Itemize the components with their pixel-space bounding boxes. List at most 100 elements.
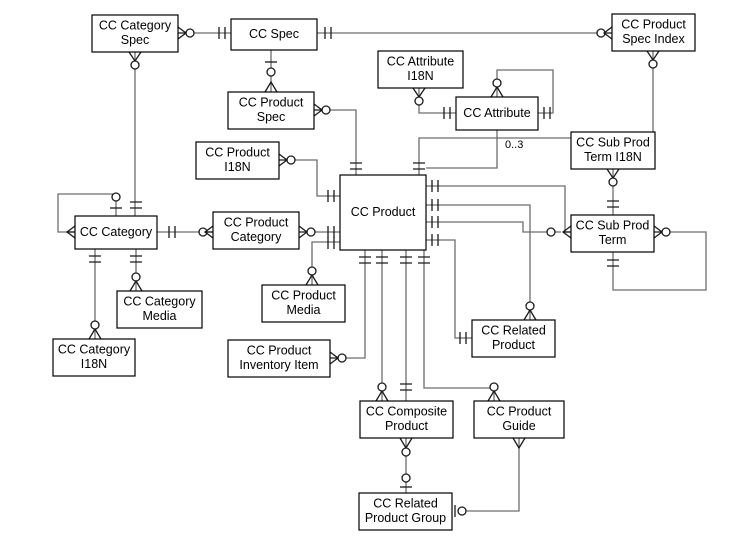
crowfoot-icon xyxy=(313,103,324,117)
entity-label: Product Group xyxy=(365,511,446,525)
zero-circle-icon xyxy=(525,301,535,311)
entity-cc_related_product_group[interactable]: CC RelatedProduct Group xyxy=(358,492,453,531)
entity-label: Spec xyxy=(121,33,150,47)
zero-circle-icon xyxy=(337,353,347,363)
entity-label: CC Attribute xyxy=(463,106,530,120)
entity-label: CC Product xyxy=(621,18,686,32)
entity-label: Category xyxy=(231,230,282,244)
entity-cc_attribute[interactable]: CC Attribute xyxy=(455,96,539,131)
entity-label: CC Category xyxy=(58,343,131,357)
entity-label: CC Attribute xyxy=(387,55,454,69)
one-one-bars-icon xyxy=(327,237,335,249)
crowfoot-icon xyxy=(203,225,214,239)
link-inventoryitem-product xyxy=(345,250,366,359)
link-product-subprodterm-b xyxy=(426,221,561,233)
entity-cc_product_guide[interactable]: CC ProductGuide xyxy=(473,400,565,439)
zero-circle-icon xyxy=(489,382,499,392)
zero-circle-icon xyxy=(546,227,556,237)
zero-circle-icon xyxy=(286,155,296,165)
entity-boxes-layer: CC CategorySpec CC SpecCC ProductSpec Ind… xyxy=(52,13,696,531)
entity-label: Media xyxy=(286,303,320,317)
entity-label: CC Category xyxy=(123,295,196,309)
cardinality-text-layer: 0..3 xyxy=(505,139,523,151)
zero-circle-icon xyxy=(130,60,140,70)
entity-cc_related_product[interactable]: CC RelatedProduct xyxy=(471,319,556,358)
entity-label: Term I18N xyxy=(584,150,642,164)
entity-cc_category[interactable]: CC Category xyxy=(74,215,158,250)
entity-label: I18N xyxy=(407,69,433,83)
zero-circle-icon xyxy=(492,78,502,88)
entity-cc_product_inventory_item[interactable]: CC ProductInventory Item xyxy=(227,339,331,378)
entity-cc_product[interactable]: CC Product xyxy=(339,174,427,251)
entity-cc_sub_prod_term[interactable]: CC Sub ProdTerm xyxy=(570,214,655,253)
er-diagram-canvas: CC Category Spec CC Spec CC Product Spec Ind… xyxy=(0,0,756,552)
crowfoot-icon xyxy=(602,26,613,40)
link-relatedproductgroup-productguide xyxy=(462,438,520,512)
zero-circle-icon xyxy=(457,506,467,516)
entity-label: CC Sub Prod xyxy=(576,219,650,233)
entity-cc_product_media[interactable]: CC ProductMedia xyxy=(261,284,346,323)
entity-label: Product xyxy=(385,419,429,433)
er-diagram-svg: CC CategorySpec CC SpecCC ProductSpec Ind… xyxy=(52,13,707,531)
crowfoot-icon xyxy=(561,225,572,239)
entity-label: CC Product xyxy=(247,344,312,358)
entity-label: CC Spec xyxy=(249,27,299,41)
entity-label: CC Composite xyxy=(366,405,447,419)
crowfoot-icon xyxy=(278,153,289,167)
crowfoot-icon xyxy=(329,351,340,365)
entity-label: CC Product xyxy=(239,96,304,110)
entity-cc_product_spec_index[interactable]: CC ProductSpec Index xyxy=(611,13,696,52)
zero-circle-icon xyxy=(648,59,658,69)
link-product-relatedproduct-b xyxy=(426,239,472,339)
entity-label: CC Product xyxy=(224,216,289,230)
entity-cc_product_i18n[interactable]: CC ProductI18N xyxy=(195,141,280,180)
entity-label: Media xyxy=(142,309,176,323)
link-attribute-product xyxy=(426,130,498,169)
zero-circle-icon xyxy=(321,105,331,115)
entity-label: CC Related xyxy=(481,324,546,338)
zero-circle-icon xyxy=(307,266,317,276)
zero-circle-icon xyxy=(414,96,424,106)
crowfoot-icon xyxy=(298,225,309,239)
zero-circle-icon xyxy=(111,192,121,202)
cardinality-label: 0..3 xyxy=(505,139,523,151)
zero-circle-icon xyxy=(401,447,411,457)
entity-cc_product_category[interactable]: CC ProductCategory xyxy=(212,211,300,250)
one-one-bars-icon xyxy=(130,201,142,209)
entity-label: Term xyxy=(599,233,627,247)
zero-circle-icon xyxy=(90,320,100,330)
entity-label: CC Category xyxy=(99,19,172,33)
entity-label: Guide xyxy=(502,419,535,433)
entity-cc_spec[interactable]: CC Spec xyxy=(230,18,318,51)
entity-label: Inventory Item xyxy=(239,358,318,372)
link-product-subprodterm xyxy=(426,185,571,233)
link-product-productmedia xyxy=(311,241,340,285)
entity-cc_product_spec[interactable]: CC ProductSpec xyxy=(227,91,315,130)
entity-cc_sub_prod_term_i18n[interactable]: CC Sub ProdTerm I18N xyxy=(570,131,656,170)
entity-label: Spec xyxy=(257,110,286,124)
entity-label: CC Sub Prod xyxy=(576,136,650,150)
cardinality-symbols xyxy=(65,26,671,517)
entity-label: I18N xyxy=(224,160,250,174)
entity-label: CC Category xyxy=(80,225,153,239)
link-producti18n-product xyxy=(287,159,340,197)
entity-label: CC Product xyxy=(205,146,270,160)
zero-circle-icon xyxy=(401,473,411,483)
entity-cc_category_media[interactable]: CC CategoryMedia xyxy=(116,290,203,329)
zero-circle-icon xyxy=(306,227,316,237)
zero-circle-icon xyxy=(266,67,276,77)
zero-circle-icon xyxy=(185,28,195,38)
zero-circle-icon xyxy=(377,382,387,392)
crowfoot-icon xyxy=(65,225,76,239)
zero-circle-icon xyxy=(661,227,671,237)
entity-label: CC Product xyxy=(271,289,336,303)
entity-cc_category_spec[interactable]: CC CategorySpec xyxy=(91,14,179,53)
entity-cc_attribute_i18n[interactable]: CC AttributeI18N xyxy=(377,50,464,89)
entity-label: CC Product xyxy=(487,405,552,419)
entity-label: I18N xyxy=(81,357,107,371)
entity-cc_category_i18n[interactable]: CC CategoryI18N xyxy=(52,338,136,377)
zero-circle-icon xyxy=(131,272,141,282)
entity-label: Spec Index xyxy=(622,32,685,46)
entity-cc_composite_product[interactable]: CC CompositeProduct xyxy=(359,400,454,439)
crowfoot-icon xyxy=(653,225,664,239)
